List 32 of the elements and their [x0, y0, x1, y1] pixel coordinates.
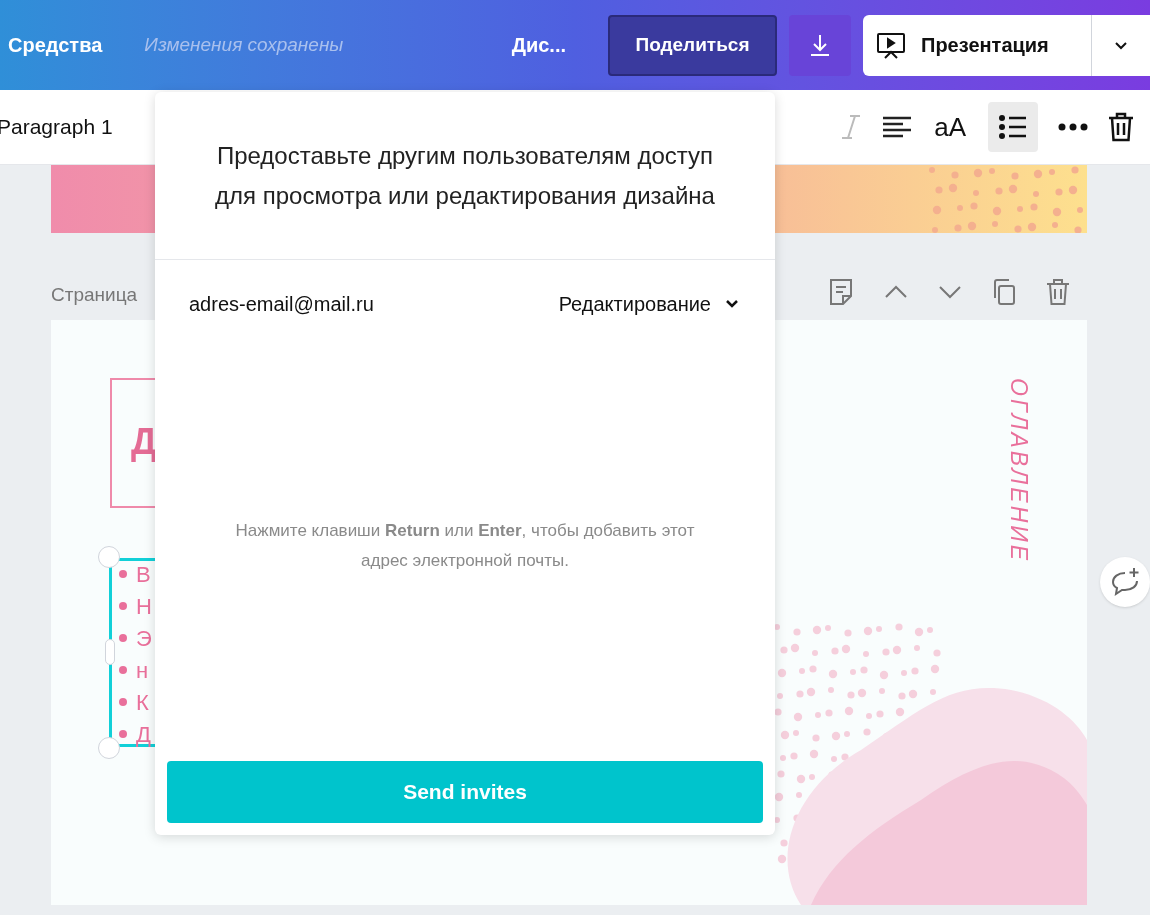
resize-handle[interactable]	[98, 546, 120, 568]
side-title: ОГЛАВЛЕНИЕ	[1004, 378, 1033, 564]
design-title[interactable]: Дис...	[511, 30, 566, 60]
list-item: Д	[136, 720, 151, 749]
chevron-down-icon[interactable]	[938, 285, 962, 299]
bulleted-list-button[interactable]	[988, 102, 1038, 152]
save-status: Изменения сохранены	[144, 32, 344, 57]
download-icon[interactable]	[789, 14, 851, 76]
list-item: В	[136, 560, 151, 589]
email-chip[interactable]: adres-email@mail.ru	[189, 289, 374, 319]
page-label: Страница	[51, 283, 138, 307]
trash-icon[interactable]	[1108, 112, 1134, 142]
more-icon[interactable]	[1058, 123, 1088, 131]
hint-text: Нажмите клавиши Return или Enter, чтобы добавить этот адрес электронной почты.	[234, 520, 696, 572]
chevron-up-icon[interactable]	[884, 285, 908, 299]
resize-handle[interactable]	[105, 639, 115, 665]
note-icon[interactable]	[828, 278, 854, 306]
list-icon	[999, 114, 1027, 140]
permission-dropdown[interactable]: Редактирование	[558, 289, 741, 319]
share-button[interactable]: Поделиться	[608, 14, 777, 76]
add-comment-icon[interactable]	[1100, 557, 1150, 607]
copy-icon[interactable]	[992, 278, 1016, 306]
resize-handle[interactable]	[98, 737, 120, 759]
list-item: Н	[136, 592, 152, 621]
align-left-icon[interactable]	[882, 115, 913, 139]
list-item: К	[136, 688, 149, 717]
dialog-title: Предоставьте другим пользователям доступ для просмотра или редактирования дизайна	[214, 140, 716, 211]
list-item: Э	[136, 624, 152, 653]
title-text: Д	[131, 420, 157, 464]
menu-label[interactable]: Средства	[8, 30, 103, 60]
text-case-button[interactable]: aA	[932, 107, 968, 147]
list-item: н	[136, 656, 149, 685]
